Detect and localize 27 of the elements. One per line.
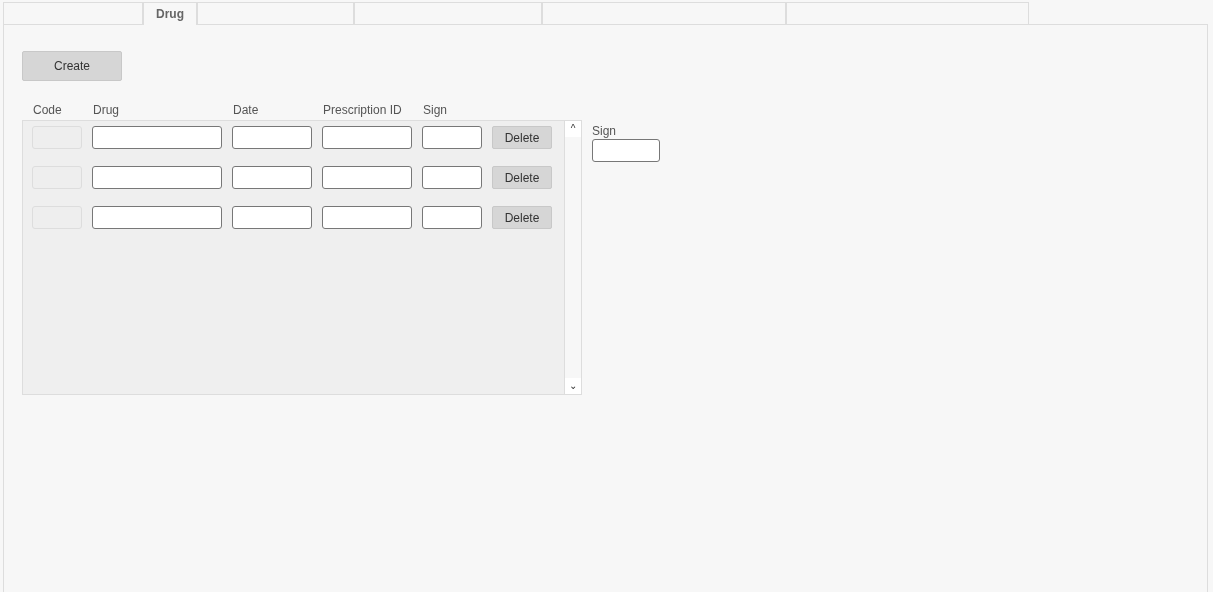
prescription-id-field[interactable]	[322, 126, 412, 149]
prescription-id-field[interactable]	[322, 206, 412, 229]
create-button[interactable]: Create	[22, 51, 122, 81]
date-field[interactable]	[232, 126, 312, 149]
field-label: Sign	[592, 123, 618, 140]
drug-field[interactable]	[92, 206, 222, 229]
scrollbar[interactable]: ^ ⌄	[564, 121, 581, 394]
column-header: Drug	[93, 103, 119, 117]
date-field[interactable]	[232, 166, 312, 189]
delete-button[interactable]: Delete	[492, 206, 552, 229]
sign-field[interactable]	[422, 206, 482, 229]
sign-field[interactable]	[422, 126, 482, 149]
drug-field[interactable]	[92, 166, 222, 189]
column-header: Date	[233, 103, 259, 117]
scroll-down-button[interactable]: ⌄	[565, 378, 581, 394]
column-header: Code	[33, 103, 62, 117]
prescription-id-field[interactable]	[322, 166, 412, 189]
delete-button[interactable]: Delete	[492, 166, 552, 189]
sign-field[interactable]	[422, 166, 482, 189]
delete-button[interactable]: Delete	[492, 126, 552, 149]
column-header: Prescription ID	[323, 103, 402, 117]
scroll-up-button[interactable]: ^	[565, 121, 581, 137]
tab[interactable]: Drug	[143, 2, 197, 25]
sign-field[interactable]	[592, 139, 660, 162]
column-header: Sign	[423, 103, 448, 117]
drug-field[interactable]	[92, 126, 222, 149]
date-field[interactable]	[232, 206, 312, 229]
